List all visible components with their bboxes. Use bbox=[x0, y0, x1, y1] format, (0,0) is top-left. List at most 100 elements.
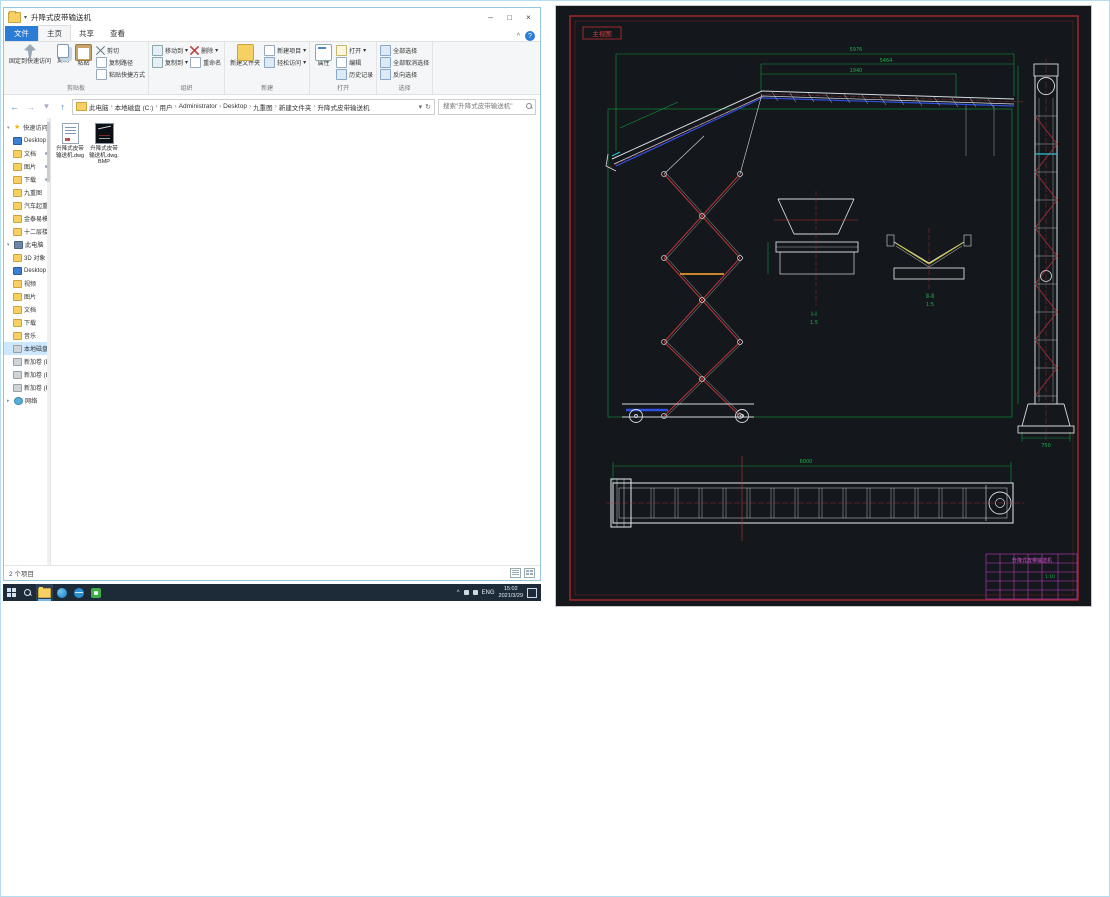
ribbon-group-clipboard: 固定到快速访问 复制 粘贴 剪切 复制路径 粘贴快捷方式 剪贴板 bbox=[4, 42, 150, 94]
this-pc-icon bbox=[14, 240, 23, 249]
sidebar-item-volume-f[interactable]: 新加卷 (F:) bbox=[4, 381, 50, 394]
maximize-button[interactable]: □ bbox=[500, 9, 519, 25]
back-button[interactable]: ← bbox=[8, 102, 21, 112]
rename-icon bbox=[190, 57, 202, 68]
refresh-icon[interactable]: ↻ bbox=[425, 103, 431, 111]
taskbar-search-button[interactable] bbox=[19, 584, 36, 601]
sidebar-item-desktop[interactable]: Desktop bbox=[4, 264, 50, 277]
hidden-icons-button[interactable]: ^ bbox=[457, 590, 460, 596]
large-icons-view-button[interactable] bbox=[524, 568, 535, 578]
documents-icon bbox=[13, 149, 22, 158]
details-view-button[interactable] bbox=[510, 568, 521, 578]
close-button[interactable]: × bbox=[519, 9, 538, 25]
taskbar-ie-browser[interactable] bbox=[70, 584, 87, 601]
quick-access-toolbar-arrow-icon[interactable]: ▾ bbox=[24, 14, 27, 21]
wps-app-icon bbox=[90, 587, 101, 598]
taskbar-file-explorer[interactable] bbox=[36, 584, 53, 601]
search-input[interactable] bbox=[441, 102, 526, 111]
tab-view[interactable]: 查看 bbox=[102, 26, 133, 41]
navigation-pane: ▾ ★ 快速访问 Desktop 文档 图片 下载 九重图 汽车起重 金泰易模 … bbox=[4, 118, 51, 565]
sidebar-item-volume-e[interactable]: 新加卷 (E:) bbox=[4, 368, 50, 381]
sidebar-item-pictures-pinned[interactable]: 图片 bbox=[4, 160, 50, 173]
sidebar-item-desktop-pinned[interactable]: Desktop bbox=[4, 134, 50, 147]
tab-share[interactable]: 共享 bbox=[71, 26, 102, 41]
sidebar-item-documents[interactable]: 文档 bbox=[4, 303, 50, 316]
edit-button[interactable]: 编辑 bbox=[336, 57, 373, 68]
breadcrumb-desktop[interactable]: Desktop bbox=[223, 103, 247, 110]
delete-button[interactable]: 删除 ▾ bbox=[190, 45, 221, 56]
breadcrumb-administrator[interactable]: Administrator bbox=[179, 103, 217, 110]
taskbar-edge-browser[interactable] bbox=[53, 584, 70, 601]
select-all-button[interactable]: 全部选择 bbox=[380, 45, 429, 56]
taskbar-clock[interactable]: 15:02 2021/3/29 bbox=[499, 586, 523, 599]
sidebar-item-recent-folder-1[interactable]: 九重图 bbox=[4, 186, 50, 199]
sidebar-item-recent-folder-3[interactable]: 金泰易模板 bbox=[4, 212, 50, 225]
breadcrumb-this-pc[interactable]: 此电脑 bbox=[89, 102, 109, 112]
paste-button[interactable]: 粘贴 bbox=[73, 43, 94, 69]
cut-button[interactable]: 剪切 bbox=[96, 45, 145, 56]
sidebar-item-downloads[interactable]: 下载 bbox=[4, 316, 50, 329]
taskbar-wps-app[interactable] bbox=[87, 584, 104, 601]
volume-icon[interactable] bbox=[463, 590, 469, 595]
tab-file[interactable]: 文件 bbox=[5, 26, 38, 41]
start-button[interactable] bbox=[3, 584, 19, 601]
copy-path-button[interactable]: 复制路径 bbox=[96, 57, 145, 68]
move-to-button[interactable]: 移动到 ▾ bbox=[152, 45, 188, 56]
network-icon[interactable] bbox=[472, 590, 478, 595]
breadcrumb-folder2[interactable]: 新建文件夹 bbox=[279, 102, 312, 112]
cad-image-preview[interactable]: 主视图 5976 5464 1940 750 6000 Ⅰ-Ⅰ 1:5 Ⅱ-Ⅱ … bbox=[555, 5, 1092, 607]
collapse-ribbon-icon[interactable]: ^ bbox=[517, 33, 520, 40]
sidebar-item-music[interactable]: 音乐 bbox=[4, 329, 50, 342]
sidebar-item-downloads-pinned[interactable]: 下载 bbox=[4, 173, 50, 186]
downloads-icon bbox=[13, 318, 22, 327]
sidebar-item-3d-objects[interactable]: 3D 对象 bbox=[4, 251, 50, 264]
sidebar-network[interactable]: ▸ 网络 bbox=[4, 394, 50, 407]
language-indicator[interactable]: ENG bbox=[482, 590, 495, 596]
forward-button[interactable]: → bbox=[24, 102, 37, 112]
sidebar-item-recent-folder-2[interactable]: 汽车起重机(全部) bbox=[4, 199, 50, 212]
file-item-bmp[interactable]: 升降式皮带输送机.dwg.BMP bbox=[89, 123, 119, 166]
sidebar-item-local-disk-c[interactable]: 本地磁盘 (C:) bbox=[4, 342, 50, 355]
sidebar-item-documents-pinned[interactable]: 文档 bbox=[4, 147, 50, 160]
history-button[interactable]: 历史记录 bbox=[336, 69, 373, 80]
copy-to-button[interactable]: 复制到 ▾ bbox=[152, 57, 188, 68]
3d-objects-icon bbox=[13, 253, 22, 262]
pictures-icon bbox=[13, 292, 22, 301]
tab-home[interactable]: 主页 bbox=[38, 25, 71, 41]
invert-selection-button[interactable]: 反向选择 bbox=[380, 69, 429, 80]
sidebar-this-pc[interactable]: ▾ 此电脑 bbox=[4, 238, 50, 251]
sidebar-scrollbar[interactable] bbox=[47, 118, 50, 565]
bmp-thumbnail-icon bbox=[94, 123, 114, 144]
folder-icon bbox=[13, 227, 22, 236]
ribbon-group-select: 全部选择 全部取消选择 反向选择 选择 bbox=[377, 42, 434, 94]
new-folder-button[interactable]: 新建文件夹 bbox=[228, 43, 262, 69]
sidebar-quick-access[interactable]: ▾ ★ 快速访问 bbox=[4, 121, 50, 134]
easy-access-button[interactable]: 轻松访问 ▾ bbox=[264, 57, 306, 68]
sidebar-item-videos[interactable]: 视频 bbox=[4, 277, 50, 290]
pin-to-quick-access-button[interactable]: 固定到快速访问 bbox=[7, 43, 53, 67]
minimize-button[interactable]: – bbox=[481, 9, 500, 25]
action-center-button[interactable] bbox=[527, 587, 537, 598]
new-folder-icon bbox=[236, 44, 254, 61]
open-button[interactable]: 打开 ▾ bbox=[336, 45, 373, 56]
sidebar-item-volume-d[interactable]: 新加卷 (D:) bbox=[4, 355, 50, 368]
file-explorer-icon bbox=[38, 586, 51, 598]
help-icon[interactable]: ? bbox=[525, 31, 535, 41]
copy-button[interactable]: 复制 bbox=[55, 43, 71, 66]
rename-button[interactable]: 重命名 bbox=[190, 57, 221, 68]
properties-button[interactable]: 属性 bbox=[313, 43, 334, 69]
recent-locations-icon[interactable]: ▾ bbox=[40, 101, 53, 112]
file-item-dwg[interactable]: 升降式皮带输送机.dwg bbox=[55, 123, 85, 159]
new-item-button[interactable]: 新建项目 ▾ bbox=[264, 45, 306, 56]
select-none-button[interactable]: 全部取消选择 bbox=[380, 57, 429, 68]
breadcrumb-drive-c[interactable]: 本地磁盘 (C:) bbox=[115, 102, 154, 112]
breadcrumb-users[interactable]: 用户 bbox=[159, 102, 172, 112]
breadcrumb[interactable]: 此电脑 › 本地磁盘 (C:) › 用户 › Administrator › Deskt… bbox=[72, 98, 435, 115]
sidebar-item-recent-folder-4[interactable]: 十二层楼有礼 bbox=[4, 225, 50, 238]
up-button[interactable]: ↑ bbox=[56, 102, 69, 112]
copy-to-icon bbox=[152, 57, 164, 68]
sidebar-item-pictures[interactable]: 图片 bbox=[4, 290, 50, 303]
paste-shortcut-button[interactable]: 粘贴快捷方式 bbox=[96, 69, 145, 80]
address-dropdown-icon[interactable]: ▾ bbox=[419, 103, 423, 111]
breadcrumb-folder1[interactable]: 九重图 bbox=[253, 102, 273, 112]
